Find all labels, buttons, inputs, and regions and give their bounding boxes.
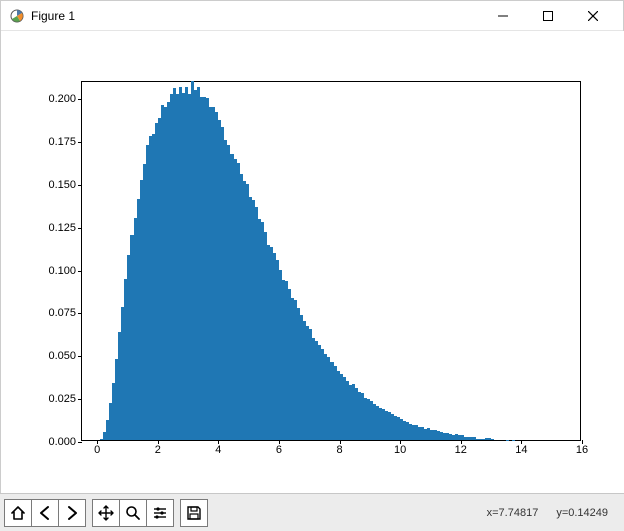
window-controls <box>480 1 615 30</box>
move-icon <box>98 505 114 521</box>
histogram-bars <box>82 82 580 440</box>
axes-frame: 0.0000.0250.0500.0750.1000.1250.1500.175… <box>81 81 581 441</box>
y-tick-label: 0.000 <box>48 436 76 448</box>
home-button[interactable] <box>4 499 32 527</box>
arrow-left-icon <box>37 505 53 521</box>
cursor-coords: x=7.74817 y=0.14249 <box>487 507 608 519</box>
titlebar: Figure 1 <box>1 1 623 31</box>
y-tick-label: 0.150 <box>48 179 76 191</box>
x-tick-label: 0 <box>94 444 100 456</box>
subplots-button[interactable] <box>146 499 174 527</box>
save-icon <box>186 505 202 521</box>
plot-canvas[interactable]: 0.000 0.025 0.050 0.075 0.100 0.125 0.150 0.175… <box>1 31 624 493</box>
mpl-icon <box>9 8 25 24</box>
minimize-button[interactable] <box>480 1 525 30</box>
cursor-x: x=7.74817 <box>487 507 539 519</box>
magnifier-icon <box>125 505 141 521</box>
x-tick-label: 10 <box>394 444 406 456</box>
home-icon <box>10 505 26 521</box>
x-tick-label: 12 <box>455 444 467 456</box>
histogram-bar <box>491 439 494 440</box>
x-tick-label: 8 <box>337 444 343 456</box>
cursor-y: y=0.14249 <box>556 507 608 519</box>
forward-button[interactable] <box>58 499 86 527</box>
save-button[interactable] <box>180 499 208 527</box>
back-button[interactable] <box>31 499 59 527</box>
y-tick-label: 0.075 <box>48 307 76 319</box>
y-tick-label: 0.125 <box>48 222 76 234</box>
pan-button[interactable] <box>92 499 120 527</box>
close-button[interactable] <box>570 1 615 30</box>
y-tick-label: 0.050 <box>48 350 76 362</box>
x-tick-label: 4 <box>215 444 221 456</box>
x-tick-label: 2 <box>155 444 161 456</box>
x-tick-label: 16 <box>576 444 588 456</box>
x-tick-label: 14 <box>515 444 527 456</box>
y-tick-label: 0.200 <box>48 93 76 105</box>
window-title: Figure 1 <box>31 9 75 23</box>
y-tick-label: 0.025 <box>48 393 76 405</box>
y-tick-label: 0.175 <box>48 136 76 148</box>
sliders-icon <box>152 505 168 521</box>
nav-toolbar: x=7.74817 y=0.14249 <box>0 493 624 531</box>
zoom-button[interactable] <box>119 499 147 527</box>
arrow-right-icon <box>64 505 80 521</box>
x-tick-label: 6 <box>276 444 282 456</box>
maximize-button[interactable] <box>525 1 570 30</box>
y-tick-label: 0.100 <box>48 265 76 277</box>
